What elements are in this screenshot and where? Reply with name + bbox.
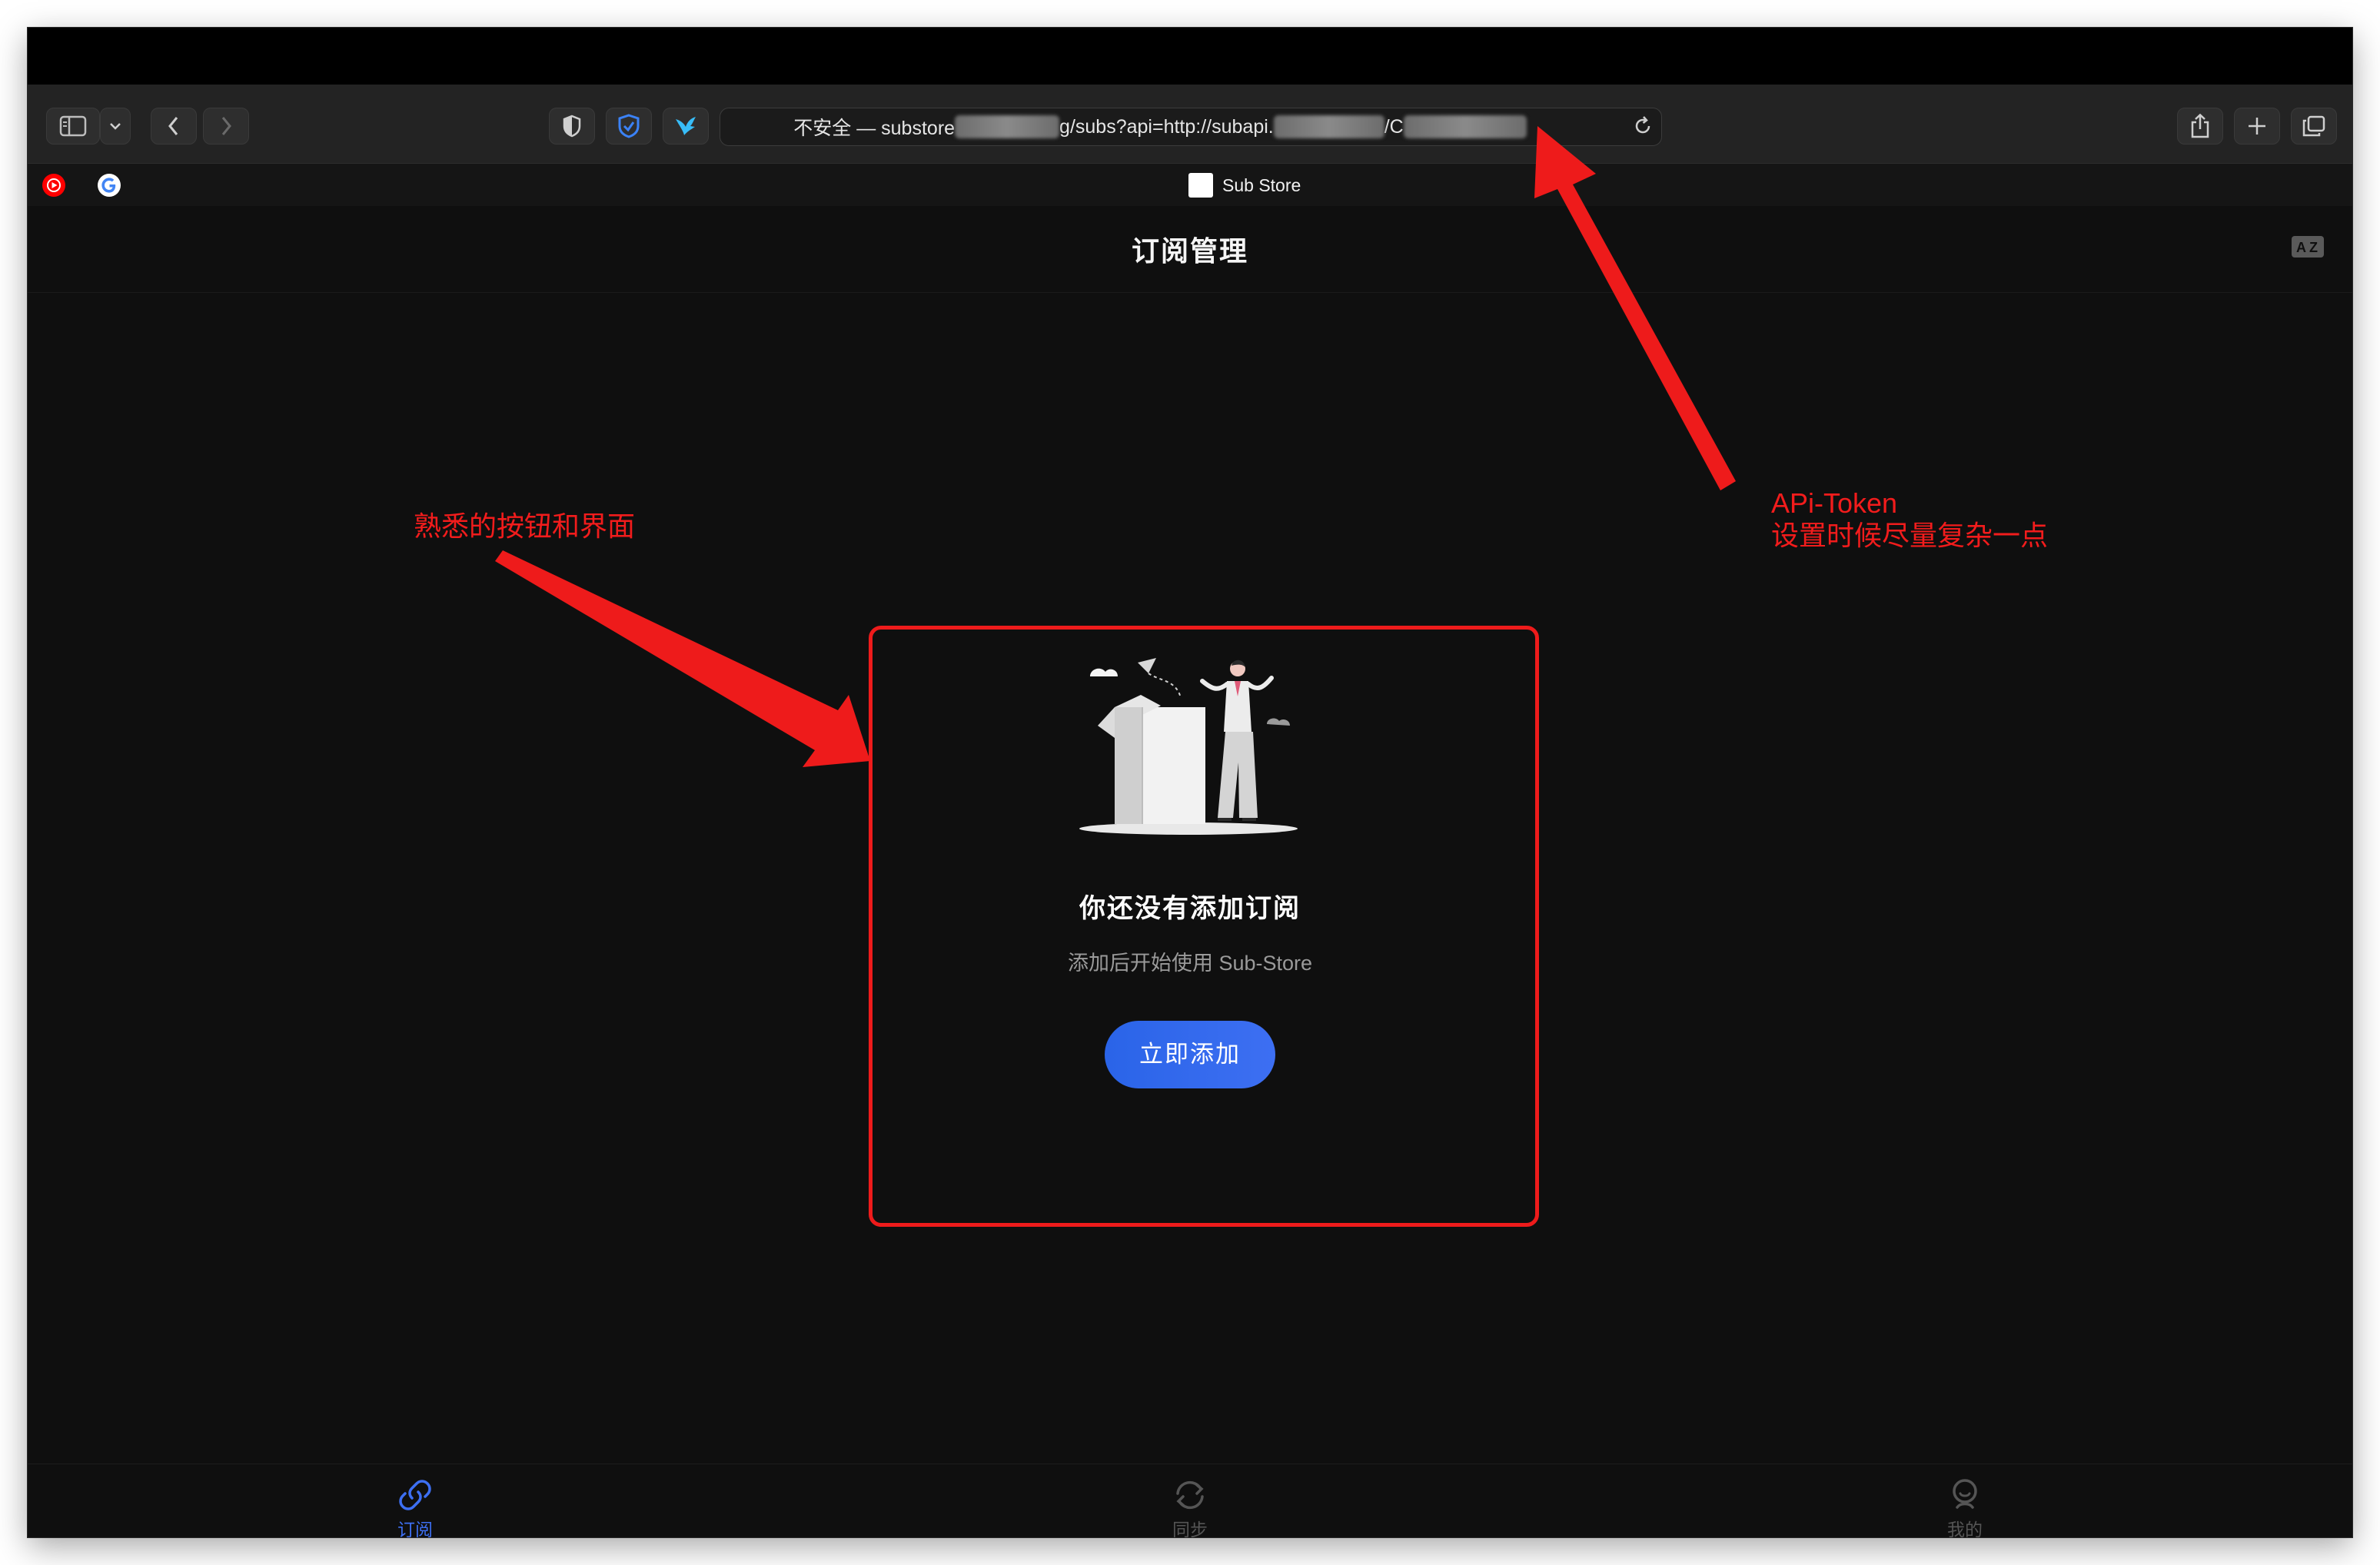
annotation-right-note-line2: 设置时候尽量复杂一点	[1771, 520, 2049, 551]
annotation-right-note-line1: APi-Token	[1771, 487, 1898, 519]
annotation-left-note: 熟悉的按钮和界面	[414, 510, 636, 542]
annotation-arrow-right	[1534, 126, 1736, 490]
annotation-arrows	[495, 126, 1736, 767]
annotation-arrow-left	[495, 550, 870, 767]
